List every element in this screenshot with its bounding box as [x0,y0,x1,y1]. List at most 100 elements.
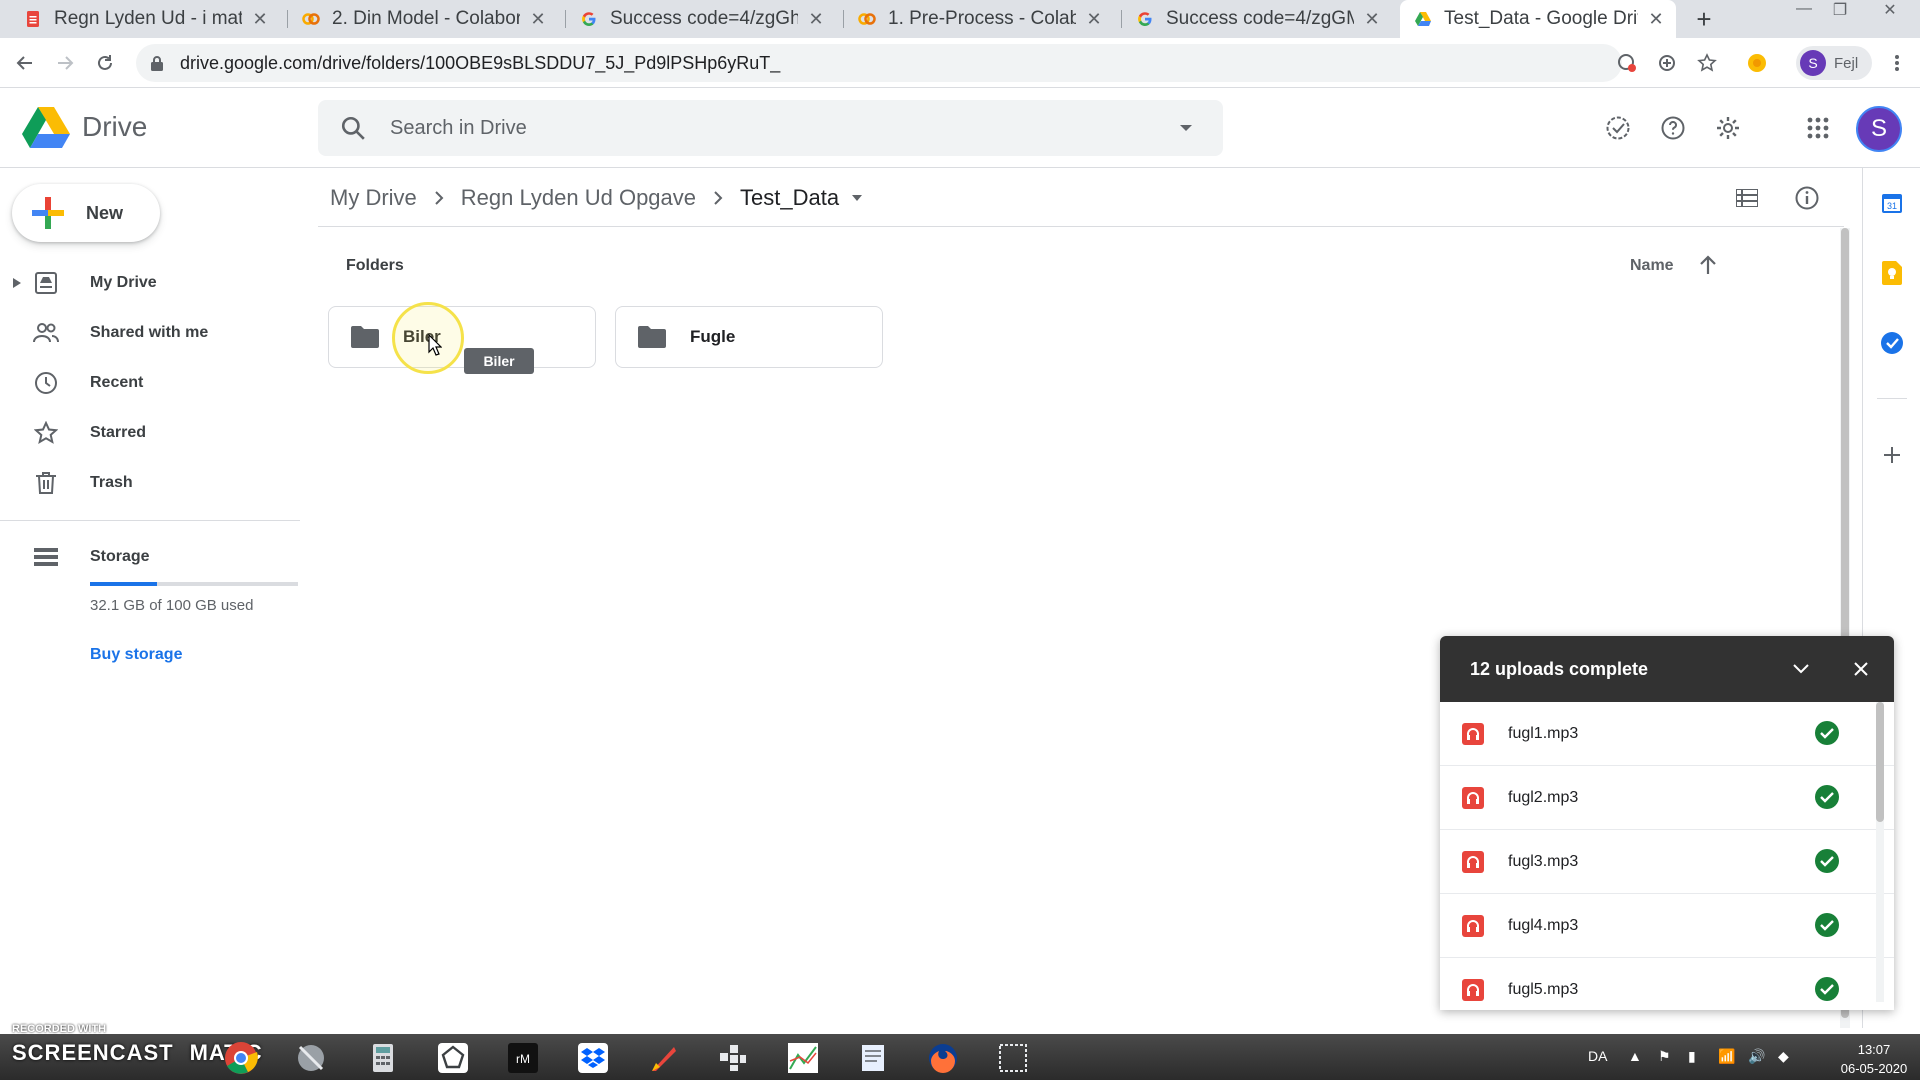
upload-item[interactable]: fugl2.mp3 [1440,766,1894,830]
scrollbar-thumb[interactable] [1876,702,1884,822]
upload-file-name: fugl5.mp3 [1508,980,1579,998]
new-tab-button[interactable]: + [1690,6,1718,34]
help-button[interactable] [1659,114,1687,142]
sidebar-item-shared-with-me[interactable]: Shared with me [0,310,300,356]
plus-icon [32,197,64,229]
taskbar-app[interactable] [426,1038,480,1078]
close-icon [1854,662,1868,676]
volume-icon[interactable]: 🔊 [1748,1048,1765,1065]
sidebar-item-label: Recent [90,374,144,391]
get-addons-button[interactable] [1879,442,1905,468]
upload-item[interactable]: fugl1.mp3 [1440,702,1894,766]
close-tab-icon[interactable]: ✕ [1084,9,1104,29]
network-icon[interactable]: 📶 [1718,1048,1735,1065]
shared-icon [32,319,60,347]
keyboard-language[interactable]: DA [1588,1048,1607,1064]
settings-button[interactable] [1714,114,1742,142]
sidebar-item-trash[interactable]: Trash [0,460,300,506]
browser-tab[interactable]: Success code=4/zgGMr ✕ [1122,0,1392,38]
keep-addon-button[interactable] [1879,260,1905,286]
taskbar-app[interactable] [986,1038,1040,1078]
buy-storage-link[interactable]: Buy storage [90,646,182,664]
restore-window-icon[interactable]: ❐ [1826,0,1854,22]
clock-icon [32,369,60,397]
taskbar-app[interactable] [706,1038,760,1078]
plus-small-icon [1884,447,1900,463]
taskbar-app[interactable] [846,1038,900,1078]
sidebar-item-starred[interactable]: Starred [0,410,300,456]
upload-item[interactable]: fugl4.mp3 [1440,894,1894,958]
profile-button[interactable]: S Fejl [1796,46,1872,80]
drive-logo[interactable]: Drive [22,106,147,148]
folder-card[interactable]: Fugle [615,306,883,368]
address-bar[interactable]: drive.google.com/drive/folders/100OBE9sB… [136,44,1622,82]
breadcrumb-item[interactable]: Regn Lyden Ud Opgave [461,185,696,211]
sort-ascending-icon[interactable] [1698,254,1718,276]
browser-tab[interactable]: 1. Pre-Process - Colabor ✕ [844,0,1114,38]
close-tab-icon[interactable]: ✕ [1362,9,1382,29]
gear-icon [1717,117,1739,139]
content-divider [318,226,1844,227]
sidebar-item-recent[interactable]: Recent [0,360,300,406]
minimize-window-icon[interactable]: — [1790,0,1818,22]
taskbar-dropbox[interactable] [566,1038,620,1078]
new-button[interactable]: New [12,184,160,242]
battery-icon[interactable]: ▮ [1688,1048,1696,1065]
forward-button[interactable] [50,48,80,78]
close-tab-icon[interactable]: ✕ [250,9,270,29]
action-center-icon[interactable]: ⚑ [1658,1048,1671,1065]
details-button[interactable] [1793,184,1821,212]
taskbar-app[interactable] [284,1038,338,1078]
list-view-button[interactable] [1733,184,1761,212]
zoom-button[interactable] [1654,50,1680,76]
close-window-icon[interactable]: ✕ [1876,0,1904,22]
search-options-icon[interactable] [1179,123,1193,133]
upload-item[interactable]: fugl5.mp3 [1440,958,1894,1010]
show-hidden-icons-icon[interactable]: ▲ [1628,1048,1642,1064]
tasks-addon-button[interactable] [1879,330,1905,356]
taskbar-chrome[interactable] [214,1038,268,1078]
offline-ready-button[interactable] [1604,114,1632,142]
forward-arrow-icon [58,56,74,70]
taskbar-calculator[interactable] [356,1038,410,1078]
taskbar-app[interactable] [776,1038,830,1078]
taskbar-app[interactable] [636,1038,690,1078]
browser-tab[interactable]: Regn Lyden Ud - i mate ✕ [10,0,280,38]
new-button-label: New [86,202,124,223]
audio-file-icon [1462,722,1484,745]
sidebar-item-storage[interactable]: Storage [0,534,300,580]
dropbox-tray-icon[interactable]: ◆ [1778,1048,1789,1065]
account-avatar[interactable]: S [1856,106,1902,152]
taskbar-app[interactable] [916,1038,970,1078]
system-clock[interactable]: 13:07 06-05-2020 [1836,1040,1912,1078]
close-tab-icon[interactable]: ✕ [806,9,826,29]
sidebar-item-my-drive[interactable]: My Drive [0,260,300,306]
taskbar-app[interactable]: rM [496,1038,550,1078]
folder-icon [351,326,379,348]
browser-tab-active[interactable]: Test_Data - Google Driv ✕ [1400,0,1676,38]
browser-tab[interactable]: 2. Din Model - Colabora ✕ [288,0,558,38]
upload-list-scrollbar[interactable] [1876,702,1884,1002]
breadcrumb-item[interactable]: My Drive [330,185,417,211]
tab-title: Test_Data - Google Driv [1444,8,1638,29]
close-tab-icon[interactable]: ✕ [528,9,548,29]
colab-extension-icon[interactable] [1744,50,1770,76]
upload-item[interactable]: fugl3.mp3 [1440,830,1894,894]
folder-icon [638,326,666,348]
apps-button[interactable] [1804,114,1832,142]
sort-by-label[interactable]: Name [1630,257,1674,275]
caret-down-icon[interactable] [851,194,863,202]
back-button[interactable] [10,48,40,78]
browser-tab[interactable]: Success code=4/zgGh4 ✕ [566,0,836,38]
browser-menu-button[interactable] [1884,50,1910,76]
close-uploads-button[interactable] [1850,658,1872,680]
search-input[interactable]: Search in Drive [318,100,1223,156]
chevron-right-icon [435,191,444,205]
breadcrumb-current[interactable]: Test_Data [740,185,839,211]
calendar-addon-button[interactable]: 31 [1879,190,1905,216]
reload-button[interactable] [90,48,120,78]
collapse-uploads-button[interactable] [1790,658,1812,680]
close-tab-icon[interactable]: ✕ [1646,9,1666,29]
bookmark-button[interactable] [1694,50,1720,76]
extension-icon[interactable] [1614,50,1640,76]
